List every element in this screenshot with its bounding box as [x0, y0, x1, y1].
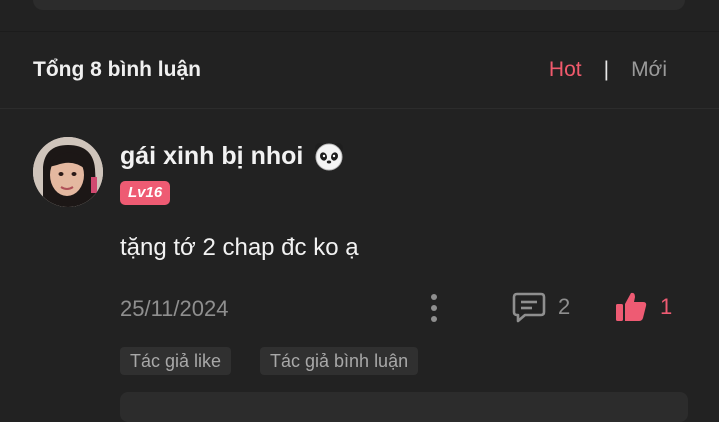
- reply-count: 2: [558, 294, 571, 319]
- user-avatar[interactable]: [33, 137, 103, 207]
- thumbs-up-icon: [616, 292, 647, 321]
- reply-preview-box[interactable]: [120, 392, 688, 422]
- vertical-dots-icon[interactable]: [424, 292, 444, 324]
- comments-header: Tổng 8 bình luận Hot | Mới: [0, 32, 719, 108]
- reply-button[interactable]: 2: [512, 291, 570, 323]
- level-badge: Lv16: [120, 181, 171, 205]
- sort-new-tab[interactable]: Mới: [631, 58, 667, 82]
- comment-username[interactable]: gái xinh bị nhoi: [120, 140, 345, 172]
- username-text: gái xinh bị nhoi: [120, 141, 304, 170]
- author-like-tag: Tác giả like: [120, 347, 232, 375]
- sort-hot-tab[interactable]: Hot: [549, 58, 582, 82]
- author-comment-tag: Tác giả bình luận: [260, 347, 419, 375]
- comments-total-label: Tổng 8 bình luận: [33, 58, 201, 81]
- previous-card: [33, 0, 685, 10]
- panda-face-icon: [315, 143, 344, 171]
- sort-separator: |: [603, 58, 610, 81]
- comment-bubble-icon: [512, 292, 546, 323]
- like-button[interactable]: 1: [614, 290, 672, 324]
- sort-options: Hot | Mới: [549, 58, 667, 82]
- comment-text: tặng tớ 2 chap đc ko ạ: [120, 234, 359, 261]
- header-divider: [0, 108, 719, 109]
- comment-date: 25/11/2024: [120, 296, 229, 321]
- like-count: 1: [660, 294, 673, 319]
